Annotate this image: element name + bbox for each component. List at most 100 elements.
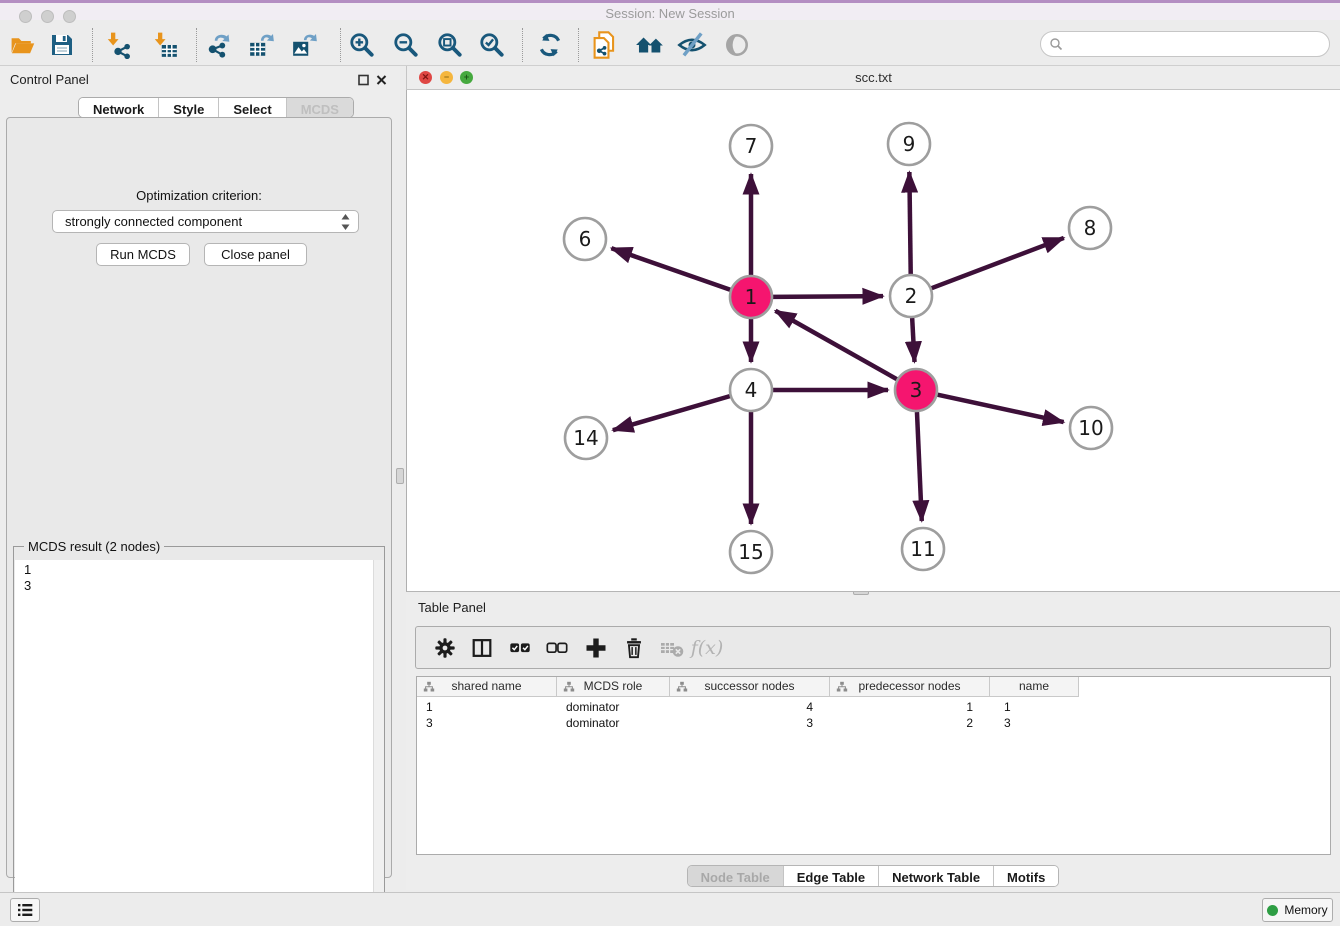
- tab-node-table[interactable]: Node Table: [688, 866, 784, 886]
- memory-button[interactable]: Memory: [1262, 898, 1333, 922]
- edge-3-1[interactable]: [775, 311, 896, 379]
- table-cell[interactable]: 3: [990, 715, 1079, 731]
- add-column-button[interactable]: [579, 632, 613, 664]
- network-view-window: ✕ − + scc.txt 1234678910111415: [406, 66, 1340, 592]
- table-cell[interactable]: 3: [670, 715, 830, 731]
- import-table-button[interactable]: [147, 27, 183, 63]
- graph-node-label-7: 7: [745, 134, 758, 158]
- node-table[interactable]: shared nameMCDS rolesuccessor nodesprede…: [416, 676, 1331, 855]
- table-tab-strip: Node TableEdge TableNetwork TableMotifs: [687, 865, 1060, 887]
- split-columns-button[interactable]: [465, 632, 499, 664]
- memory-label: Memory: [1284, 903, 1327, 917]
- tab-edge-table[interactable]: Edge Table: [784, 866, 879, 886]
- table-cell[interactable]: dominator: [557, 715, 670, 731]
- window-title: Session: New Session: [0, 6, 1340, 21]
- birds-eye-button[interactable]: [719, 27, 755, 63]
- edge-1-2[interactable]: [773, 296, 883, 297]
- delete-column-button[interactable]: [617, 632, 651, 664]
- criterion-value: strongly connected component: [65, 214, 242, 229]
- graph-node-label-14: 14: [573, 426, 598, 450]
- run-mcds-button[interactable]: Run MCDS: [96, 243, 190, 266]
- search-input[interactable]: [1063, 37, 1329, 52]
- tab-network-table[interactable]: Network Table: [879, 866, 994, 886]
- mcds-result-group: MCDS result (2 nodes) 13: [13, 546, 385, 926]
- control-panel-title: Control Panel: [10, 72, 89, 87]
- tree-icon: [423, 681, 435, 693]
- tree-icon: [563, 681, 575, 693]
- column-header-name[interactable]: name: [990, 677, 1079, 697]
- graph-node-label-8: 8: [1084, 216, 1097, 240]
- delete-table-button[interactable]: [655, 632, 689, 664]
- table-cell[interactable]: 1: [417, 699, 557, 715]
- duplicate-network-button[interactable]: [587, 27, 623, 63]
- graph-node-label-1: 1: [745, 285, 758, 309]
- gear-icon: [433, 636, 457, 660]
- deselect-all-button[interactable]: [540, 632, 574, 664]
- graph-node-label-9: 9: [903, 132, 916, 156]
- window-titlebar: Session: New Session: [0, 0, 1340, 20]
- zoom-in-button[interactable]: [344, 27, 380, 63]
- result-scrollbar[interactable]: [373, 560, 384, 926]
- table-settings-button[interactable]: [428, 632, 462, 664]
- edge-3-11[interactable]: [917, 412, 922, 521]
- tab-select[interactable]: Select: [219, 98, 286, 117]
- graph-node-label-2: 2: [905, 284, 918, 308]
- column-header-shared-name[interactable]: shared name: [417, 677, 557, 697]
- save-session-button[interactable]: [44, 27, 80, 63]
- mcds-result-textarea[interactable]: 13: [15, 560, 384, 926]
- zoom-in-icon: [348, 31, 376, 59]
- select-all-button[interactable]: [503, 632, 537, 664]
- table-cell[interactable]: 4: [670, 699, 830, 715]
- refresh-network-button[interactable]: [532, 27, 568, 63]
- tab-motifs[interactable]: Motifs: [994, 866, 1058, 886]
- edge-3-10[interactable]: [937, 395, 1063, 422]
- open-folder-icon: [9, 32, 36, 59]
- edge-2-3[interactable]: [912, 318, 914, 362]
- refresh-icon: [536, 31, 564, 59]
- edge-2-8[interactable]: [932, 238, 1064, 288]
- edge-2-9[interactable]: [909, 172, 910, 274]
- tab-network[interactable]: Network: [79, 98, 159, 117]
- zoom-fit-button[interactable]: [432, 27, 468, 63]
- import-network-button[interactable]: [100, 27, 136, 63]
- zoom-out-button[interactable]: [388, 27, 424, 63]
- close-panel-button[interactable]: Close panel: [204, 243, 307, 266]
- column-header-successor-nodes[interactable]: successor nodes: [670, 677, 830, 697]
- column-header-MCDS-role[interactable]: MCDS role: [557, 677, 670, 697]
- export-image-button[interactable]: [287, 27, 323, 63]
- network-canvas[interactable]: 1234678910111415: [406, 90, 1340, 592]
- table-cell[interactable]: 1: [830, 699, 990, 715]
- edge-4-14[interactable]: [613, 396, 730, 430]
- mcds-result-title: MCDS result (2 nodes): [24, 539, 164, 554]
- criterion-dropdown[interactable]: strongly connected component: [52, 210, 359, 233]
- hide-graphics-button[interactable]: [674, 27, 710, 63]
- home-view-button[interactable]: [632, 27, 668, 63]
- show-panels-button[interactable]: [10, 898, 40, 922]
- table-cell[interactable]: dominator: [557, 699, 670, 715]
- export-table-button[interactable]: [244, 27, 280, 63]
- export-image-icon: [291, 31, 319, 59]
- duplicate-network-icon: [590, 30, 620, 60]
- table-cell[interactable]: 2: [830, 715, 990, 731]
- export-table-icon: [248, 31, 276, 59]
- export-network-button[interactable]: [200, 27, 236, 63]
- table-cell[interactable]: 3: [417, 715, 557, 731]
- open-session-button[interactable]: [4, 27, 40, 63]
- vertical-splitter-handle[interactable]: [396, 468, 404, 484]
- optimization-criterion-label: Optimization criterion:: [7, 188, 391, 203]
- save-floppy-icon: [49, 32, 75, 58]
- close-panel-icon[interactable]: [376, 73, 387, 86]
- tree-icon: [676, 681, 688, 693]
- graph-node-label-3: 3: [910, 378, 923, 402]
- network-window-title: scc.txt: [407, 70, 1340, 85]
- toolbar-separator: [578, 28, 579, 62]
- table-cell[interactable]: 1: [990, 699, 1079, 715]
- function-builder-button[interactable]: f(x): [690, 632, 724, 664]
- column-header-predecessor-nodes[interactable]: predecessor nodes: [830, 677, 990, 697]
- edge-1-6[interactable]: [611, 248, 730, 290]
- float-panel-icon[interactable]: [358, 73, 369, 86]
- home-houses-icon: [635, 30, 665, 60]
- zoom-selected-button[interactable]: [474, 27, 510, 63]
- tab-style[interactable]: Style: [159, 98, 219, 117]
- tab-mcds[interactable]: MCDS: [287, 98, 353, 117]
